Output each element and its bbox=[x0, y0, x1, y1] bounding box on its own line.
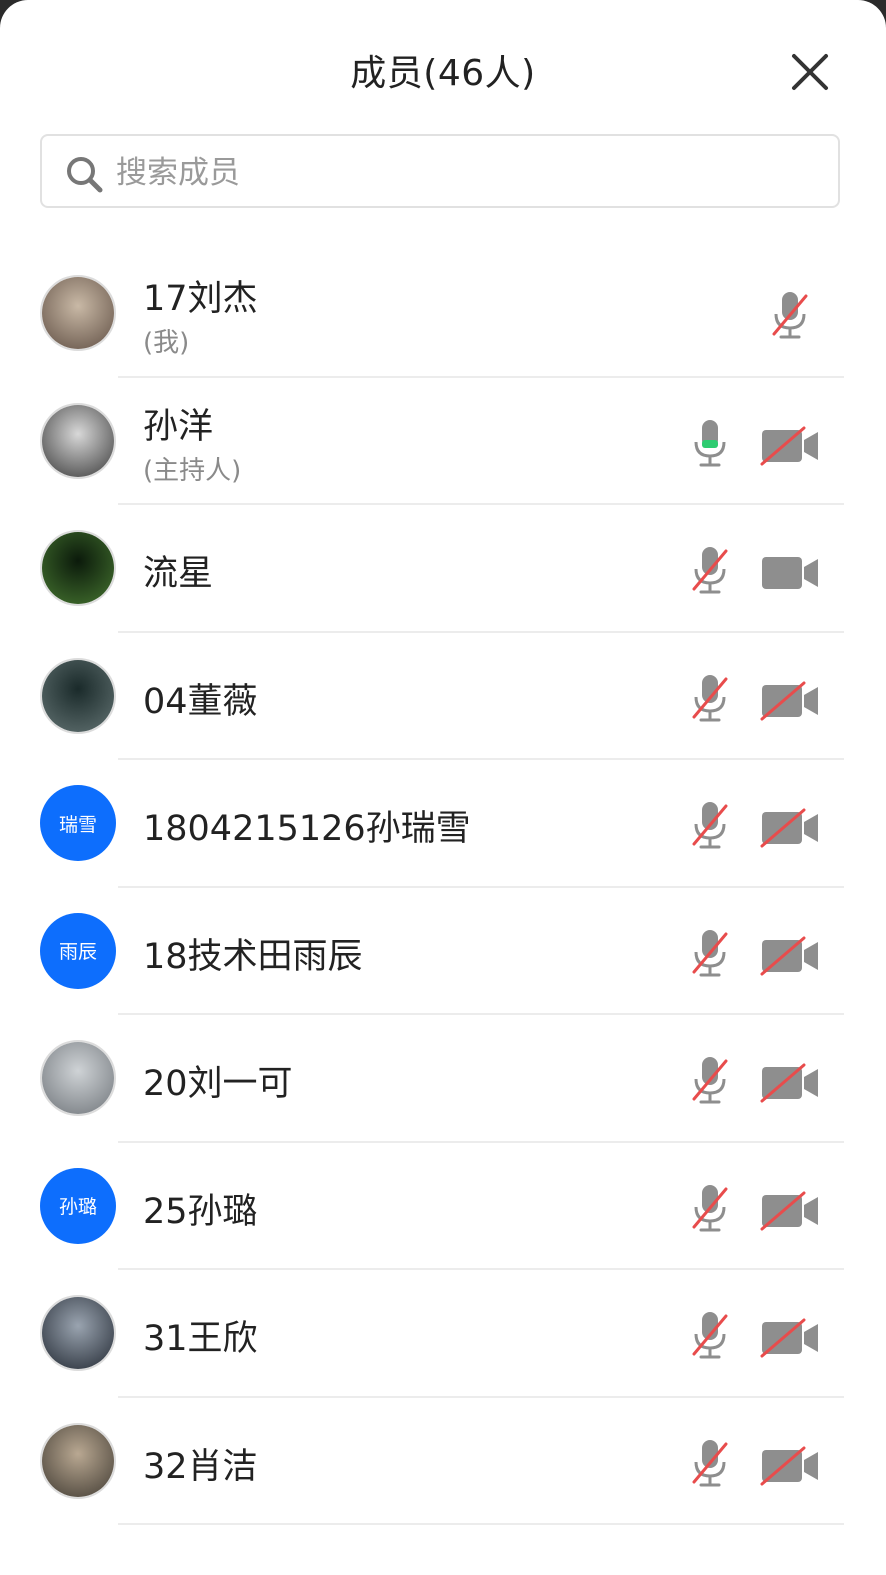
close-button[interactable] bbox=[788, 50, 832, 94]
member-row[interactable]: 31王欣 bbox=[0, 1270, 886, 1398]
mic-muted-icon[interactable] bbox=[690, 928, 730, 980]
member-row[interactable]: 孙洋 (主持人) bbox=[0, 378, 886, 505]
avatar bbox=[40, 657, 116, 734]
avatar: 雨辰 bbox=[40, 912, 116, 989]
member-list: 17刘杰 (我) 孙洋 (主持人) 流星 04董薇瑞雪 1804215126孙瑞雪雨辰 18技… bbox=[0, 250, 886, 1525]
mic-muted-icon[interactable] bbox=[690, 1055, 730, 1107]
member-row[interactable]: 04董薇 bbox=[0, 633, 886, 760]
camera-off-icon[interactable] bbox=[760, 1446, 820, 1486]
camera-off-icon[interactable] bbox=[760, 1191, 820, 1231]
row-divider bbox=[118, 1523, 844, 1525]
search-icon bbox=[67, 157, 103, 193]
close-icon bbox=[792, 54, 828, 90]
member-row[interactable]: 20刘一可 bbox=[0, 1015, 886, 1143]
mic-muted-icon[interactable] bbox=[690, 1310, 730, 1362]
mic-muted-icon[interactable] bbox=[690, 673, 730, 725]
camera-icon[interactable] bbox=[760, 553, 820, 593]
member-role: (主持人) bbox=[143, 455, 242, 486]
mic-muted-icon[interactable] bbox=[690, 1438, 730, 1490]
avatar bbox=[40, 402, 116, 479]
member-row[interactable]: 瑞雪 1804215126孙瑞雪 bbox=[0, 760, 886, 888]
mic-icon[interactable] bbox=[690, 418, 730, 470]
search-box[interactable] bbox=[40, 134, 840, 208]
member-name: 25孙璐 bbox=[143, 1191, 258, 1232]
camera-off-icon[interactable] bbox=[760, 936, 820, 976]
avatar bbox=[40, 530, 116, 606]
member-name: 流星 bbox=[143, 554, 214, 594]
member-row[interactable]: 雨辰 18技术田雨辰 bbox=[0, 888, 886, 1015]
mic-muted-icon[interactable] bbox=[770, 290, 810, 342]
member-row[interactable]: 32肖洁 bbox=[0, 1398, 886, 1525]
mic-muted-icon[interactable] bbox=[690, 545, 730, 597]
panel-header: 成员(46人) bbox=[0, 0, 886, 130]
avatar bbox=[40, 275, 116, 351]
member-row[interactable]: 流星 bbox=[0, 505, 886, 633]
member-name: 32肖洁 bbox=[143, 1446, 258, 1487]
avatar bbox=[40, 1295, 116, 1371]
member-name: 17刘杰 bbox=[143, 279, 258, 319]
camera-off-icon[interactable] bbox=[760, 1318, 820, 1358]
member-name: 04董薇 bbox=[143, 681, 258, 722]
panel-title: 成员(46人) bbox=[350, 53, 536, 94]
avatar: 瑞雪 bbox=[40, 785, 116, 861]
camera-off-icon[interactable] bbox=[760, 808, 820, 848]
mic-muted-icon[interactable] bbox=[690, 1183, 730, 1235]
camera-off-icon[interactable] bbox=[760, 426, 820, 466]
member-name: 31王欣 bbox=[143, 1319, 258, 1359]
member-name: 孙洋 bbox=[143, 406, 214, 447]
member-name: 20刘一可 bbox=[143, 1064, 293, 1104]
member-row[interactable]: 17刘杰 (我) bbox=[0, 250, 886, 378]
member-name: 18技术田雨辰 bbox=[143, 936, 363, 977]
member-role: (我) bbox=[143, 328, 190, 358]
avatar bbox=[40, 1040, 116, 1116]
members-panel: 成员(46人) 17刘杰 (我) 孙洋 (主持人) 流星 04董薇瑞雪 1804215126… bbox=[0, 0, 886, 1575]
member-name: 1804215126孙瑞雪 bbox=[143, 809, 471, 849]
avatar bbox=[40, 1422, 116, 1499]
camera-off-icon[interactable] bbox=[760, 681, 820, 721]
mic-muted-icon[interactable] bbox=[690, 800, 730, 852]
camera-off-icon[interactable] bbox=[760, 1063, 820, 1103]
member-row[interactable]: 孙璐 25孙璐 bbox=[0, 1143, 886, 1270]
avatar: 孙璐 bbox=[40, 1167, 116, 1244]
search-input[interactable] bbox=[114, 146, 818, 200]
